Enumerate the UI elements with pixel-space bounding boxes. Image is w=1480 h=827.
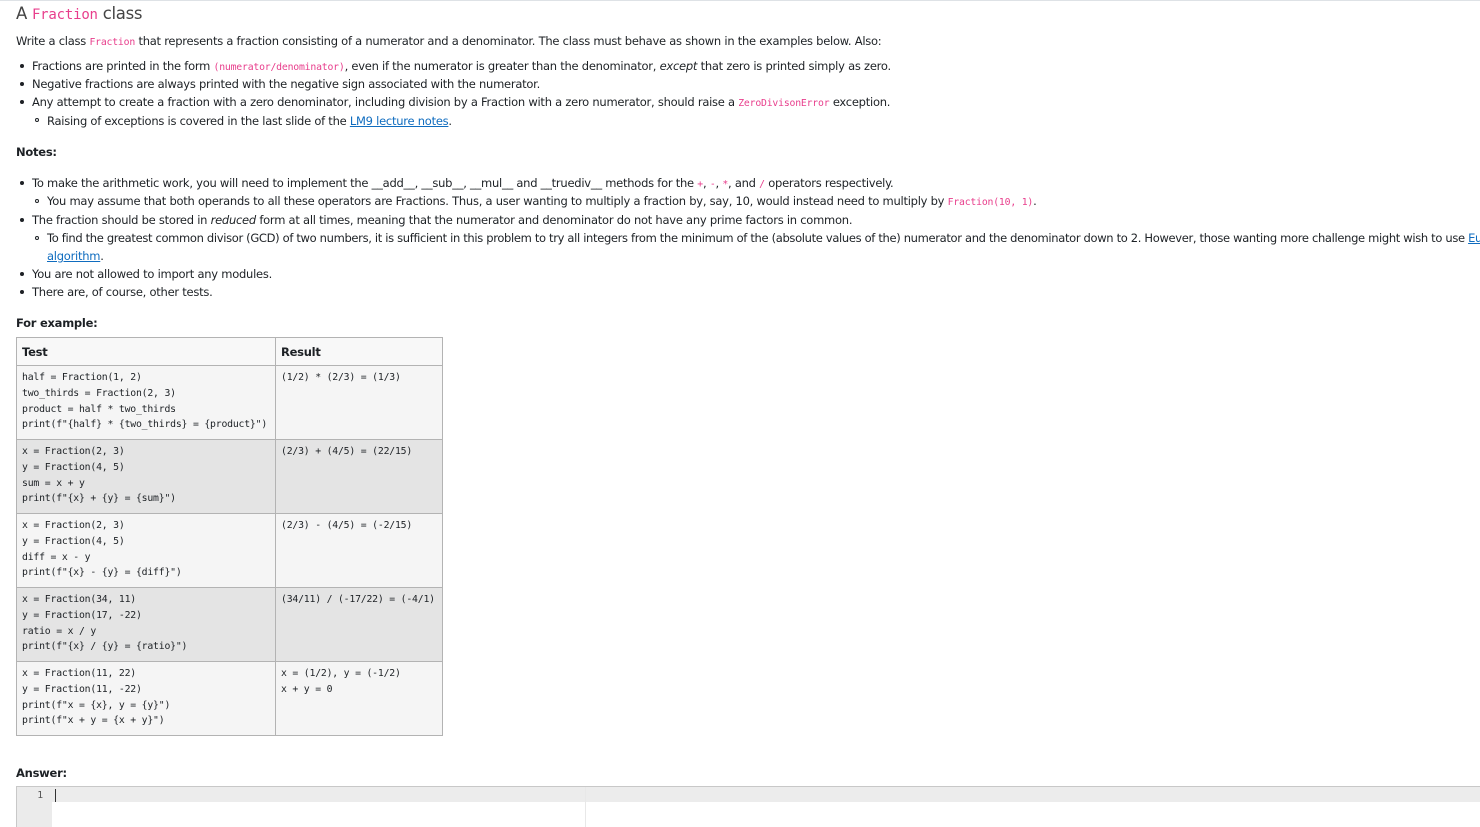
example-heading: For example: xyxy=(16,316,98,330)
examples-table: Test Result half = Fraction(1, 2) two_thi… xyxy=(16,337,443,736)
code-line: ratio = x / y xyxy=(22,625,97,637)
sub-bullet-icon xyxy=(35,199,39,203)
code-line: print(f"x + y = {x + y}") xyxy=(22,715,165,727)
list-item: You are not allowed to import any module… xyxy=(32,267,272,281)
euclids-algorithm-link-continued[interactable]: algorithm xyxy=(47,249,101,263)
sub-bullet-icon xyxy=(35,118,39,122)
inline-code: Fraction xyxy=(89,37,136,48)
table-row: x = Fraction(2, 3) y = Fraction(4, 5) diff… xyxy=(16,513,443,588)
code-line: half = Fraction(1, 2) xyxy=(22,372,142,383)
title-suffix: class xyxy=(102,4,143,23)
line-number: 1 xyxy=(37,790,43,801)
text-cursor xyxy=(55,789,56,802)
notes-heading: Notes: xyxy=(16,145,57,159)
print-margin xyxy=(585,787,586,827)
table-row: x = Fraction(34, 11) y = Fraction(17, -22… xyxy=(16,587,443,662)
answer-code-editor[interactable]: 1 xyxy=(16,786,1480,827)
code-line: print(f"{x} - {y} = {diff}") xyxy=(22,567,182,579)
test-cell: x = Fraction(2, 3) y = Fraction(4, 5) diff… xyxy=(16,513,276,588)
result-line: (1/2) * (2/3) = (1/3) xyxy=(281,372,401,383)
list-item: Raising of exceptions is covered in the … xyxy=(47,114,452,128)
editor-gutter: 1 xyxy=(17,787,52,827)
result-line: (2/3) - (4/5) = (-2/15) xyxy=(281,520,413,531)
result-line: (34/11) / (-17/22) = (-4/1) xyxy=(281,594,435,605)
sub-bullet-icon xyxy=(35,236,39,240)
result-cell: (34/11) / (-17/22) = (-4/1) xyxy=(275,587,443,662)
code-line: print(f"{x} + {y} = {sum}") xyxy=(22,493,176,505)
test-cell: x = Fraction(11, 22) y = Fraction(11, -22… xyxy=(16,661,276,736)
table-row: x = Fraction(11, 22) y = Fraction(11, -22… xyxy=(16,661,443,736)
code-line: y = Fraction(11, -22) xyxy=(22,683,142,695)
code-line: y = Fraction(4, 5) xyxy=(22,535,125,547)
result-line: x + y = 0 xyxy=(281,683,333,695)
result-line: x = (1/2), y = (-1/2) xyxy=(281,668,401,679)
answer-heading: Answer: xyxy=(16,766,67,780)
list-item: There are, of course, other tests. xyxy=(32,285,213,299)
result-cell: (1/2) * (2/3) = (1/3) xyxy=(275,365,443,440)
page-title: A Fraction class xyxy=(16,4,143,23)
code-line: y = Fraction(17, -22) xyxy=(22,609,142,621)
bullet-icon xyxy=(20,181,24,185)
bullet-icon xyxy=(20,64,24,68)
list-item: Fractions are printed in the form (numer… xyxy=(32,59,891,73)
column-header-result: Result xyxy=(275,337,443,366)
code-line: y = Fraction(4, 5) xyxy=(22,461,125,473)
table-row: x = Fraction(2, 3) y = Fraction(4, 5) sum … xyxy=(16,439,443,514)
test-cell: x = Fraction(34, 11) y = Fraction(17, -22… xyxy=(16,587,276,662)
bullet-icon xyxy=(20,218,24,222)
list-item: The fraction should be stored in reduced… xyxy=(32,213,853,227)
list-item: You may assume that both operands to all… xyxy=(47,194,1037,208)
code-line: two_thirds = Fraction(2, 3) xyxy=(22,387,176,399)
test-cell: half = Fraction(1, 2) two_thirds = Fracti… xyxy=(16,365,276,440)
code-line: diff = x - y xyxy=(22,551,91,563)
code-line: x = Fraction(34, 11) xyxy=(22,594,136,605)
bullet-icon xyxy=(20,290,24,294)
title-code: Fraction xyxy=(31,7,98,23)
list-item: Any attempt to create a fraction with a … xyxy=(32,95,891,109)
code-line: product = half * two_thirds xyxy=(22,403,176,415)
code-line: print(f"{x} / {y} = {ratio}") xyxy=(22,641,188,653)
test-cell: x = Fraction(2, 3) y = Fraction(4, 5) sum … xyxy=(16,439,276,514)
column-header-test: Test xyxy=(16,337,276,366)
table-row: half = Fraction(1, 2) two_thirds = Fracti… xyxy=(16,365,443,440)
result-line: (2/3) + (4/5) = (22/15) xyxy=(281,446,413,457)
bullet-icon xyxy=(20,100,24,104)
bullet-icon xyxy=(20,82,24,86)
list-item: To make the arithmetic work, you will ne… xyxy=(32,176,894,190)
active-line-highlight xyxy=(52,787,1480,802)
intro-paragraph: Write a class Fraction that represents a… xyxy=(16,34,882,48)
bullet-icon xyxy=(20,272,24,276)
code-line: print(f"x = {x}, y = {y}") xyxy=(22,699,171,711)
lm9-lecture-notes-link[interactable]: LM9 lecture notes xyxy=(350,114,449,128)
code-line: x = Fraction(2, 3) xyxy=(22,446,125,457)
code-line: x = Fraction(11, 22) xyxy=(22,668,136,679)
euclids-algorithm-link[interactable]: Euclid's xyxy=(1468,231,1480,245)
result-cell: (2/3) - (4/5) = (-2/15) xyxy=(275,513,443,588)
code-line: print(f"{half} * {two_thirds} = {product… xyxy=(22,419,268,431)
result-cell: (2/3) + (4/5) = (22/15) xyxy=(275,439,443,514)
result-cell: x = (1/2), y = (-1/2) x + y = 0 xyxy=(275,661,443,736)
list-item-continued: algorithm. xyxy=(47,249,104,263)
code-line: x = Fraction(2, 3) xyxy=(22,520,125,531)
title-prefix: A xyxy=(16,4,27,23)
list-item: To find the greatest common divisor (GCD… xyxy=(47,231,1480,245)
top-divider xyxy=(0,0,1480,1)
list-item: Negative fractions are always printed wi… xyxy=(32,77,541,91)
code-line: sum = x + y xyxy=(22,477,85,489)
